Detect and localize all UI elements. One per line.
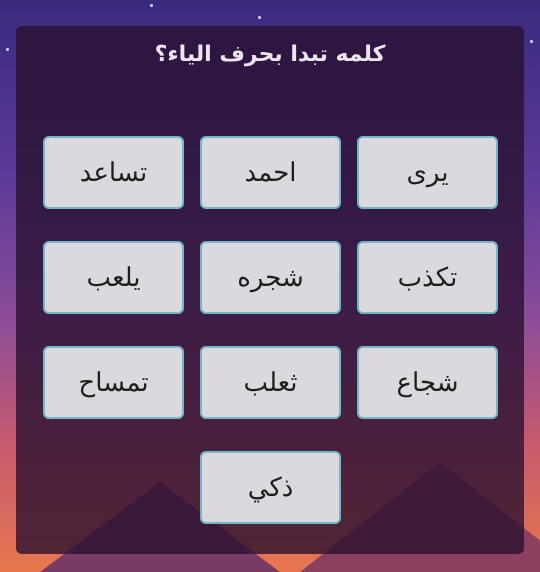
question-title: كلمه تبدا بحرف الياء؟ bbox=[154, 42, 386, 67]
answer-option[interactable]: تمساح bbox=[43, 346, 184, 419]
answer-option[interactable]: تساعد bbox=[43, 136, 184, 209]
star-decoration bbox=[150, 4, 153, 7]
answer-option[interactable]: يلعب bbox=[43, 241, 184, 314]
answer-grid: يرى احمد تساعد تكذب شجره يلعب شجاع ثعلب … bbox=[42, 136, 498, 524]
answer-option[interactable]: شجاع bbox=[357, 346, 498, 419]
answer-option[interactable]: ثعلب bbox=[200, 346, 341, 419]
answer-option[interactable]: ذكي bbox=[200, 451, 341, 524]
answer-option[interactable]: احمد bbox=[200, 136, 341, 209]
answer-option[interactable]: شجره bbox=[200, 241, 341, 314]
answer-option[interactable]: تكذب bbox=[357, 241, 498, 314]
star-decoration bbox=[258, 16, 261, 19]
answer-option[interactable]: يرى bbox=[357, 136, 498, 209]
